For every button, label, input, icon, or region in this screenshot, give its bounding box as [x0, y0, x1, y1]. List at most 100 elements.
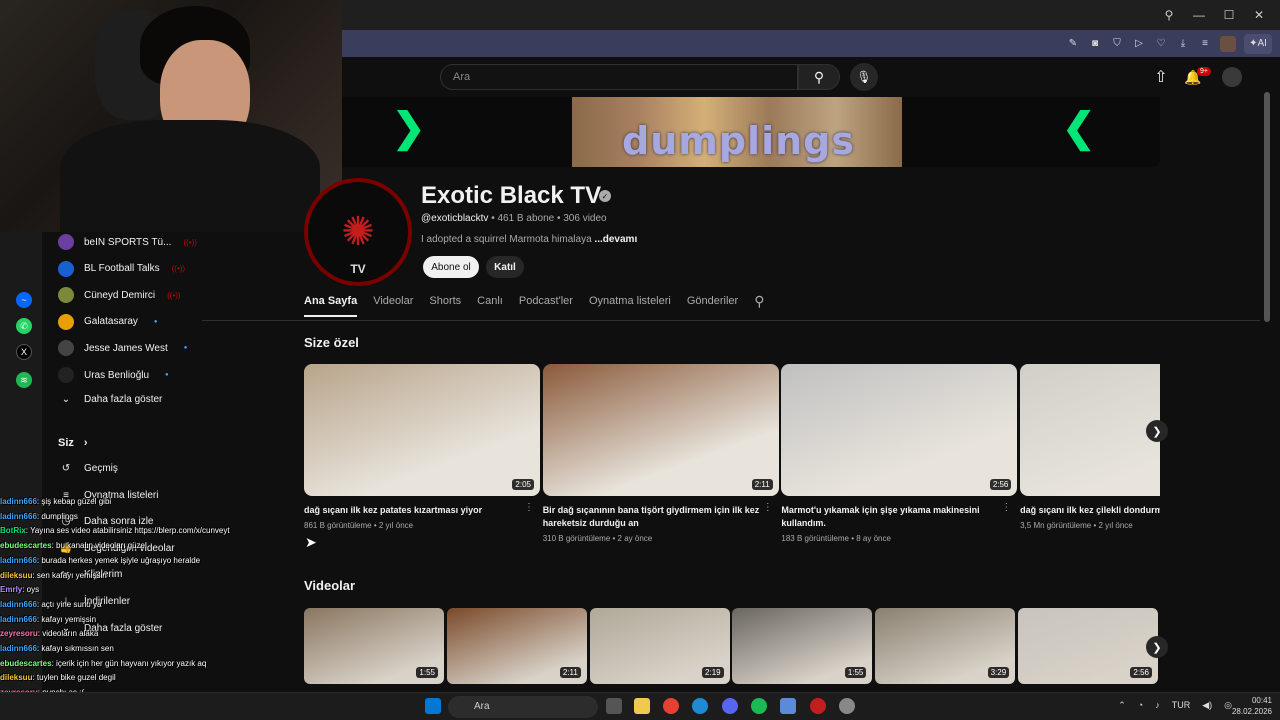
- heart-icon[interactable]: ♡: [1154, 37, 1168, 51]
- tab-item[interactable]: Gönderiler: [687, 295, 738, 317]
- sidebar-you-heading[interactable]: Siz ›: [58, 437, 88, 449]
- globe-icon[interactable]: ◎: [1224, 700, 1232, 711]
- for-you-next-button[interactable]: ❯: [1146, 420, 1168, 442]
- camera-icon[interactable]: ◙: [1088, 37, 1102, 51]
- sidebar-subscription-item[interactable]: Uras Benlioğlu ●: [58, 367, 169, 383]
- description-more-link[interactable]: ...devamı: [594, 234, 637, 245]
- chat-username[interactable]: ladinn666: [0, 644, 37, 653]
- scrollbar[interactable]: [1264, 92, 1270, 322]
- channel-description[interactable]: I adopted a squirrel Marmota himalaya ..…: [421, 234, 637, 245]
- chat-username[interactable]: ebudescartes: [0, 659, 52, 668]
- tab-item[interactable]: Podcast'ler: [519, 295, 573, 317]
- sidebar-subscription-item[interactable]: Galatasaray ●: [58, 313, 158, 330]
- tab-item[interactable]: Oynatma listeleri: [589, 295, 671, 317]
- edge-icon[interactable]: [692, 698, 708, 714]
- spotify-icon[interactable]: ≋: [16, 372, 32, 388]
- video-title[interactable]: Bir dağ sıçanının bana tişört giydirmem …: [543, 504, 763, 530]
- taskbar-search[interactable]: Ara: [448, 696, 598, 718]
- video-thumbnail[interactable]: [1020, 364, 1161, 496]
- chat-username[interactable]: zeyresoru: [0, 629, 38, 638]
- wifi-icon[interactable]: ◔: [1138, 700, 1143, 711]
- download-icon[interactable]: ⤓: [1176, 37, 1190, 51]
- settings-icon[interactable]: [839, 698, 855, 714]
- video-thumbnail[interactable]: 2:56: [781, 364, 1018, 496]
- chat-username[interactable]: ebudescartes: [0, 541, 52, 550]
- play-icon[interactable]: ▷: [1132, 37, 1146, 51]
- edit-icon[interactable]: ✎: [1066, 37, 1080, 51]
- video-thumbnail[interactable]: 2:11: [542, 364, 779, 496]
- whatsapp-icon[interactable]: ✆: [16, 318, 32, 334]
- video-thumbnail[interactable]: 3:29: [875, 608, 1016, 684]
- tray-chevron-icon[interactable]: ⌃: [1118, 700, 1126, 711]
- chat-username[interactable]: Emrly: [0, 585, 22, 594]
- chat-username[interactable]: BotRix: [0, 526, 26, 535]
- windows-start-icon[interactable]: [425, 698, 441, 714]
- upload-button[interactable]: ⇧: [1152, 65, 1170, 89]
- task-view-icon[interactable]: [606, 698, 622, 714]
- video-thumbnail[interactable]: 2:11: [446, 608, 587, 684]
- video-thumbnail[interactable]: 1:55: [732, 608, 873, 684]
- minimize-icon[interactable]: —: [1192, 8, 1206, 22]
- video-title[interactable]: dağ sıçanı ilk kez çilekli dondurma: [1020, 504, 1160, 517]
- chat-username[interactable]: dileksuu: [0, 571, 32, 580]
- tab-item[interactable]: Ana Sayfa: [304, 295, 358, 317]
- tab-item[interactable]: Shorts: [429, 295, 461, 317]
- video-card[interactable]: 2:05 dağ sıçanı ilk kez patates kızartmas…: [304, 364, 540, 530]
- profile-icon[interactable]: [1220, 35, 1236, 52]
- messenger-icon[interactable]: ~: [16, 292, 32, 308]
- ai-icon[interactable]: ✦AI: [1244, 33, 1272, 54]
- app-icon[interactable]: [780, 698, 796, 714]
- spotify-taskbar-icon[interactable]: [751, 698, 767, 714]
- video-card[interactable]: 2:56 Marmot'u yıkamak için şişe yıkama ma…: [781, 364, 1018, 543]
- file-explorer-icon[interactable]: [634, 698, 650, 714]
- chrome-icon[interactable]: [663, 698, 679, 714]
- discord-icon[interactable]: [722, 698, 738, 714]
- video-thumbnail[interactable]: 1:55: [304, 608, 444, 684]
- tab-item[interactable]: Videolar: [373, 295, 413, 317]
- video-thumbnail[interactable]: 2:05: [304, 364, 540, 496]
- channel-logo[interactable]: ✺ TV: [304, 178, 412, 286]
- chat-username[interactable]: ladinn666: [0, 497, 37, 506]
- video-card[interactable]: 2:11 Bir dağ sıçanının bana tişört giydir…: [542, 364, 779, 543]
- more-options-icon[interactable]: ⋮: [763, 502, 773, 513]
- maximize-icon[interactable]: ☐: [1222, 8, 1236, 22]
- subscribe-button[interactable]: Abone ol: [423, 256, 479, 278]
- close-icon[interactable]: ✕: [1252, 8, 1266, 22]
- channel-search-icon[interactable]: ⚲: [754, 293, 764, 317]
- tab-item[interactable]: Canlı: [477, 295, 503, 317]
- volume-icon[interactable]: ◀): [1202, 700, 1212, 711]
- banner-chevron-left-icon: ❮: [1062, 106, 1096, 150]
- video-thumbnail[interactable]: 2:56: [1018, 608, 1158, 684]
- video-title[interactable]: dağ sıçanı ilk kez patates kızartması yi…: [304, 504, 524, 517]
- search-button[interactable]: ⚲: [798, 64, 840, 90]
- sidebar-subscription-item[interactable]: Cüneyd Demirci ((•)): [58, 287, 181, 304]
- videos-next-button[interactable]: ❯: [1146, 636, 1168, 658]
- more-options-icon[interactable]: ⋮: [1001, 502, 1011, 513]
- join-button[interactable]: Katıl: [486, 256, 524, 278]
- more-options-icon[interactable]: ⋮: [524, 502, 534, 513]
- sidebar-subscription-item[interactable]: BL Football Talks ((•)): [58, 260, 185, 277]
- x-icon[interactable]: X: [16, 344, 32, 360]
- browser-search-icon[interactable]: ⚲: [1162, 8, 1176, 22]
- video-thumbnail[interactable]: 2:19: [589, 608, 730, 684]
- chat-username[interactable]: ladinn666: [0, 512, 37, 521]
- opera-icon[interactable]: [810, 698, 826, 714]
- sidebar-you-item[interactable]: ↺ Geçmiş: [58, 463, 118, 474]
- mic-tray-icon[interactable]: ♪: [1155, 700, 1160, 711]
- chat-username[interactable]: ladinn666: [0, 615, 37, 624]
- account-avatar[interactable]: [1222, 67, 1242, 87]
- chat-username[interactable]: ladinn666: [0, 556, 37, 565]
- microphone-button[interactable]: 🎙: [850, 63, 878, 91]
- language-indicator[interactable]: TUR: [1172, 700, 1191, 711]
- sidebar-subscription-item[interactable]: beIN SPORTS Tü... ((•)): [58, 234, 197, 250]
- menu-icon[interactable]: ≡: [1198, 37, 1212, 51]
- chat-username[interactable]: dileksuu: [0, 673, 32, 682]
- sidebar-subscription-item[interactable]: Jesse James West ●: [58, 340, 187, 357]
- sidebar-show-more[interactable]: ⌄ Daha fazla göster: [58, 394, 163, 405]
- shield-icon[interactable]: ⛉: [1110, 37, 1124, 51]
- taskbar-clock[interactable]: 00:41 28.02.2026: [1232, 695, 1272, 717]
- search-input[interactable]: Ara: [440, 64, 798, 90]
- chat-username[interactable]: ladinn666: [0, 600, 37, 609]
- video-card[interactable]: dağ sıçanı ilk kez çilekli dondurma 3,5 M…: [1020, 364, 1161, 530]
- video-title[interactable]: Marmot'u yıkamak için şişe yıkama makine…: [781, 504, 1001, 530]
